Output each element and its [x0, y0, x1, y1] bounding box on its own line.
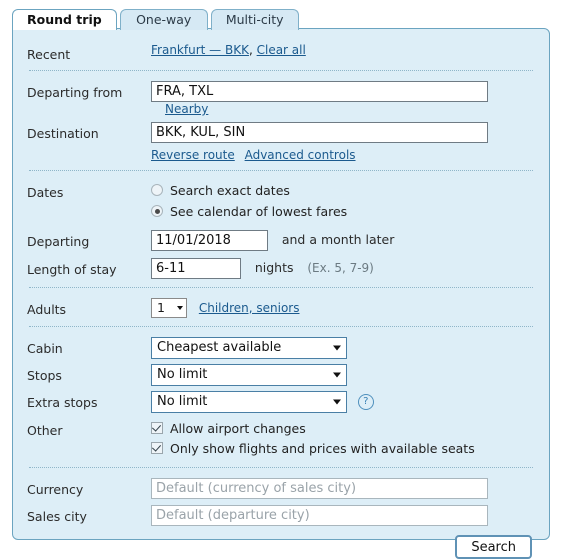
adults-row: Adults 1 Children, seniors — [13, 296, 549, 318]
length-of-stay-label: Length of stay — [27, 262, 117, 277]
other-options-field: Allow airport changes Only show flights … — [151, 419, 535, 459]
departing-from-label: Departing from — [27, 85, 123, 100]
checkbox-allow-airport-changes-label: Allow airport changes — [170, 420, 306, 436]
destination-input[interactable] — [151, 122, 488, 143]
departing-date-input[interactable] — [151, 230, 268, 251]
radio-lowest-fares-label: See calendar of lowest fares — [170, 203, 348, 219]
recent-separator: , — [248, 43, 253, 57]
extra-stops-field: No limit ? — [151, 391, 535, 413]
recent-label: Recent — [27, 47, 71, 62]
recent-search-link[interactable]: Frankfurt — BKK — [151, 43, 249, 57]
divider-dates — [29, 287, 533, 288]
other-options-row: Other Allow airport changes Only show fl… — [13, 413, 549, 459]
destination-row: Destination — [13, 116, 549, 143]
other-options-label: Other — [27, 423, 63, 438]
tab-one-way-label: One-way — [136, 12, 192, 27]
route-links-row: Reverse route Advanced controls — [13, 143, 549, 162]
extra-stops-select-value: No limit — [157, 394, 208, 409]
divider-passengers — [29, 326, 533, 327]
cabin-field: Cheapest available — [151, 337, 535, 359]
children-seniors-link[interactable]: Children, seniors — [199, 301, 300, 315]
radio-exact-dates-label: Search exact dates — [170, 182, 290, 198]
departing-date-note: and a month later — [281, 232, 395, 247]
radio-lowest-fares[interactable]: See calendar of lowest fares — [151, 202, 535, 220]
cabin-label: Cabin — [27, 341, 63, 356]
checkbox-available-seats-control[interactable] — [151, 442, 163, 454]
stops-field: No limit — [151, 364, 535, 386]
stops-label: Stops — [27, 368, 62, 383]
dates-label: Dates — [27, 185, 64, 200]
divider-route — [29, 170, 533, 171]
extra-stops-select[interactable]: No limit — [151, 391, 347, 413]
tab-round-trip-label: Round trip — [27, 12, 102, 27]
extra-stops-label: Extra stops — [27, 395, 98, 410]
dates-options: Search exact dates See calendar of lowes… — [151, 181, 535, 223]
tab-multi-city[interactable]: Multi-city — [210, 9, 299, 30]
departing-from-row: Departing from Nearby — [13, 79, 549, 116]
advanced-controls-link[interactable]: Advanced controls — [245, 148, 356, 162]
route-links-spacer — [27, 148, 151, 152]
dates-row: Dates Search exact dates See calendar of… — [13, 179, 549, 223]
departing-from-input[interactable] — [151, 81, 488, 102]
radio-exact-dates[interactable]: Search exact dates — [151, 181, 535, 199]
departing-from-field: Nearby — [151, 81, 535, 116]
destination-label: Destination — [27, 126, 99, 141]
sales-city-label: Sales city — [27, 509, 87, 524]
chevron-down-icon — [333, 372, 341, 378]
recent-row: Recent Frankfurt — BKK, Clear all — [13, 29, 549, 62]
checkbox-allow-airport-changes[interactable]: Allow airport changes — [151, 419, 535, 437]
checkbox-available-seats-label: Only show flights and prices with availa… — [170, 440, 475, 456]
destination-field — [151, 122, 535, 143]
cabin-select[interactable]: Cheapest available — [151, 337, 347, 359]
checkbox-allow-airport-changes-control[interactable] — [151, 422, 163, 434]
sales-city-row: Sales city — [13, 499, 549, 526]
length-of-stay-example: (Ex. 5, 7-9) — [307, 261, 374, 275]
help-icon[interactable]: ? — [357, 393, 374, 410]
sales-city-field — [151, 505, 535, 526]
currency-field — [151, 478, 535, 499]
chevron-down-icon — [333, 399, 341, 405]
extra-stops-row: Extra stops No limit ? — [13, 386, 549, 413]
stops-select-value: No limit — [157, 367, 208, 382]
currency-row: Currency — [13, 476, 549, 499]
adults-label: Adults — [27, 302, 67, 317]
search-button-row: Search — [13, 535, 549, 559]
chevron-down-icon — [177, 306, 183, 310]
clear-all-link[interactable]: Clear all — [257, 43, 306, 57]
radio-exact-dates-control[interactable] — [151, 184, 163, 196]
stops-row: Stops No limit — [13, 359, 549, 386]
departing-date-label: Departing — [27, 234, 90, 249]
length-of-stay-row: Length of stay nights (Ex. 5, 7-9) — [13, 251, 549, 279]
departing-date-field: and a month later — [151, 230, 535, 251]
recent-links: Frankfurt — BKK, Clear all — [151, 43, 535, 57]
departing-date-row: Departing and a month later — [13, 223, 549, 251]
adults-select-value: 1 — [157, 300, 165, 315]
tab-round-trip[interactable]: Round trip — [12, 9, 117, 30]
currency-input[interactable] — [151, 478, 488, 499]
checkbox-available-seats[interactable]: Only show flights and prices with availa… — [151, 439, 535, 457]
length-of-stay-unit: nights — [254, 260, 294, 275]
sales-city-input[interactable] — [151, 505, 488, 526]
cabin-row: Cabin Cheapest available — [13, 335, 549, 359]
divider-recent — [29, 70, 533, 71]
divider-options — [29, 467, 533, 468]
route-links: Reverse route Advanced controls — [151, 148, 535, 162]
cabin-select-value: Cheapest available — [157, 340, 282, 355]
search-button[interactable]: Search — [455, 535, 532, 559]
nearby-link[interactable]: Nearby — [165, 102, 208, 116]
stops-select[interactable]: No limit — [151, 364, 347, 386]
flight-search-panel: Recent Frankfurt — BKK, Clear all Depart… — [12, 28, 550, 559]
adults-select[interactable]: 1 — [151, 298, 187, 318]
currency-label: Currency — [27, 482, 84, 497]
reverse-route-link[interactable]: Reverse route — [151, 148, 235, 162]
trip-type-tabs: Round trip One-way Multi-city — [12, 8, 302, 30]
length-of-stay-input[interactable] — [151, 258, 241, 279]
tab-multi-city-label: Multi-city — [225, 12, 284, 27]
chevron-down-icon — [333, 345, 341, 351]
length-of-stay-field: nights (Ex. 5, 7-9) — [151, 258, 535, 279]
radio-lowest-fares-control[interactable] — [151, 205, 163, 217]
adults-field: 1 Children, seniors — [151, 298, 535, 318]
tab-one-way[interactable]: One-way — [119, 9, 208, 30]
